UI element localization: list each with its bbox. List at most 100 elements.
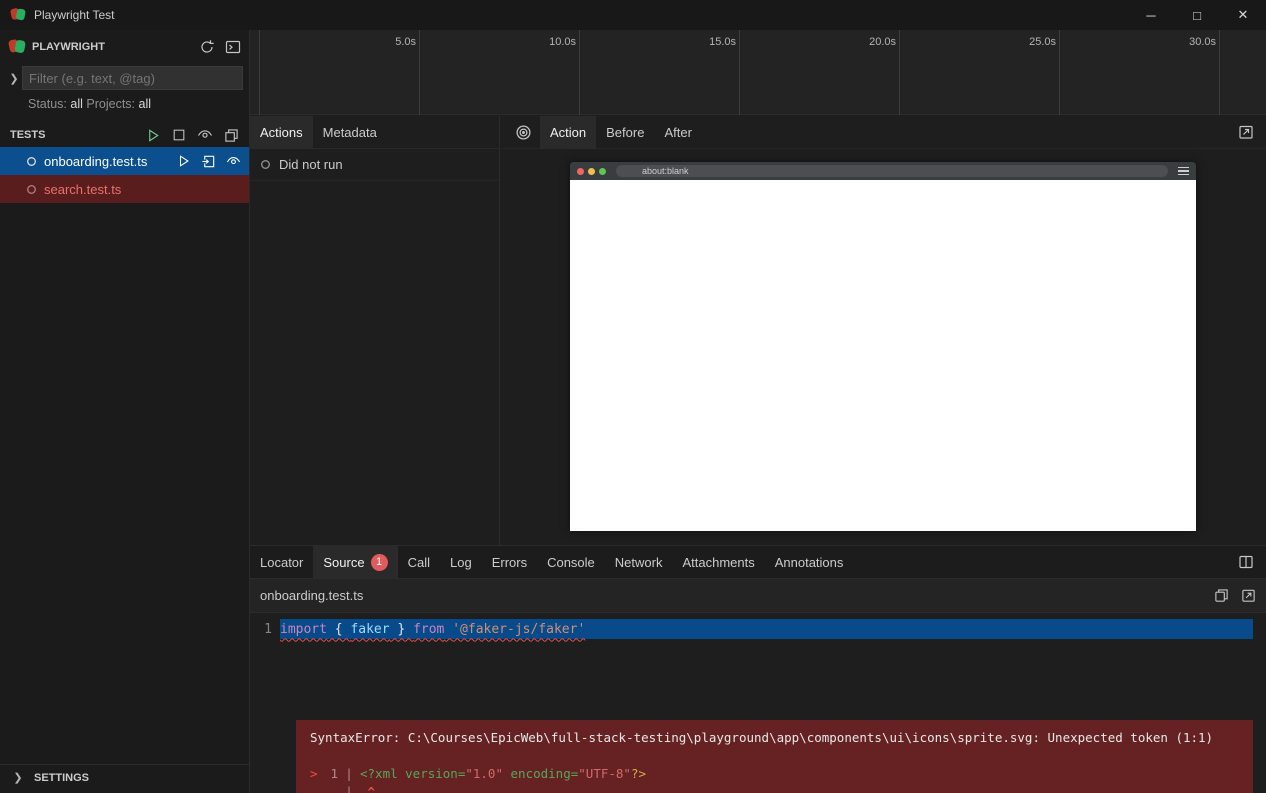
- split-columns-icon[interactable]: [1238, 554, 1254, 570]
- tab-source[interactable]: Source 1: [313, 546, 397, 578]
- timeline-gridline: [579, 30, 580, 115]
- tab-errors[interactable]: Errors: [482, 546, 537, 578]
- settings-section-title: SETTINGS: [34, 772, 89, 784]
- target-icon[interactable]: [515, 124, 532, 141]
- chevron-right-icon[interactable]: ❯: [6, 72, 22, 85]
- address-bar: about:blank: [616, 165, 1168, 177]
- highlighted-line: import { faker } from '@faker-js/faker': [280, 619, 1253, 639]
- projects-label: Projects:: [86, 97, 135, 111]
- source-code-view: 1 import { faker } from '@faker-js/faker…: [250, 613, 1266, 793]
- browser-dot-yellow-icon: [588, 168, 595, 175]
- settings-section-header[interactable]: ❯ SETTINGS: [0, 764, 249, 790]
- projects-value[interactable]: all: [139, 97, 152, 111]
- browser-dot-green-icon: [599, 168, 606, 175]
- terminal-icon[interactable]: [225, 39, 241, 55]
- tab-before[interactable]: Before: [596, 116, 654, 149]
- did-not-run-row: Did not run: [250, 149, 499, 181]
- filter-input[interactable]: [22, 66, 243, 90]
- timeline-gridline: [259, 30, 260, 115]
- details-panel: Locator Source 1 Call Log Errors Console…: [250, 545, 1266, 793]
- line-number: 1: [250, 622, 280, 637]
- open-external-icon[interactable]: [1238, 124, 1266, 140]
- test-status-circle-icon: [26, 184, 37, 195]
- status-value[interactable]: all: [70, 97, 83, 111]
- timeline-tick-label: 25.0s: [1029, 36, 1059, 48]
- source-line-1: 1 import { faker } from '@faker-js/faker…: [250, 619, 1266, 639]
- snapshot-tabbar: Action Before After: [501, 116, 1266, 149]
- sidebar: PLAYWRIGHT ❯ Status: all Proj: [0, 30, 250, 793]
- tab-after[interactable]: After: [654, 116, 701, 149]
- browser-chrome: about:blank: [570, 162, 1196, 180]
- timeline-gridline: [1059, 30, 1060, 115]
- refresh-icon[interactable]: [199, 39, 215, 55]
- blank-page: [570, 180, 1196, 531]
- timeline-tick-label: 10.0s: [549, 36, 579, 48]
- collapse-all-icon[interactable]: [224, 128, 239, 143]
- timeline-gridline: [419, 30, 420, 115]
- status-line: Status: all Projects: all: [0, 90, 249, 117]
- tab-console[interactable]: Console: [537, 546, 605, 578]
- source-file-header: onboarding.test.ts: [250, 579, 1266, 613]
- timeline-tick-label: 15.0s: [709, 36, 739, 48]
- tab-call[interactable]: Call: [398, 546, 440, 578]
- syntax-error-block: SyntaxError: C:\Courses\EpicWeb\full-sta…: [296, 720, 1253, 793]
- minimize-button[interactable]: ─: [1128, 0, 1174, 30]
- status-circle-icon: [260, 159, 271, 170]
- code-text: import { faker } from '@faker-js/faker': [280, 622, 585, 637]
- close-button[interactable]: ✕: [1220, 0, 1266, 30]
- copy-icon[interactable]: [1214, 588, 1229, 603]
- actions-tabbar: Actions Metadata: [250, 116, 499, 149]
- did-not-run-label: Did not run: [279, 157, 343, 172]
- page-snapshot: about:blank: [570, 162, 1196, 531]
- playwright-masks-icon: [8, 37, 26, 58]
- tests-section-header: TESTS: [0, 123, 249, 147]
- filter-row: ❯: [0, 66, 249, 90]
- timeline-gridline: [1219, 30, 1220, 115]
- stop-icon[interactable]: [172, 128, 186, 142]
- test-status-circle-icon: [26, 156, 37, 167]
- window-title: Playwright Test: [34, 8, 114, 22]
- test-row-search[interactable]: search.test.ts: [0, 175, 249, 203]
- timeline-tick-label: 20.0s: [869, 36, 899, 48]
- status-label: Status:: [28, 97, 67, 111]
- tab-actions[interactable]: Actions: [250, 116, 313, 148]
- tab-action[interactable]: Action: [540, 116, 596, 149]
- actions-panel: Actions Metadata Did not run: [250, 116, 500, 545]
- tab-log[interactable]: Log: [440, 546, 482, 578]
- playwright-section-title: PLAYWRIGHT: [32, 41, 105, 53]
- maximize-button[interactable]: □: [1174, 0, 1220, 30]
- source-file-name: onboarding.test.ts: [260, 588, 363, 603]
- timeline[interactable]: 5.0s 10.0s 15.0s 20.0s 25.0s 30.0s: [250, 30, 1266, 115]
- open-external-icon[interactable]: [1241, 588, 1256, 603]
- timeline-gridline: [739, 30, 740, 115]
- test-file-name[interactable]: search.test.ts: [44, 182, 121, 197]
- tab-locator[interactable]: Locator: [250, 546, 313, 578]
- test-row-onboarding[interactable]: onboarding.test.ts: [0, 147, 249, 175]
- eye-icon[interactable]: [226, 154, 241, 169]
- snapshot-panel: Action Before After about:blank: [501, 116, 1266, 545]
- window-controls: ─ □ ✕: [1128, 0, 1266, 30]
- error-message: SyntaxError: C:\Courses\EpicWeb\full-sta…: [310, 729, 1253, 747]
- run-all-icon[interactable]: [146, 128, 161, 143]
- details-tabbar: Locator Source 1 Call Log Errors Console…: [250, 546, 1266, 579]
- source-file-icon[interactable]: [201, 154, 216, 169]
- tab-metadata[interactable]: Metadata: [313, 116, 387, 148]
- title-bar: Playwright Test ─ □ ✕: [0, 0, 1266, 30]
- timeline-tick-label: 5.0s: [395, 36, 419, 48]
- play-icon[interactable]: [177, 154, 191, 168]
- chevron-right-icon: ❯: [10, 771, 26, 784]
- tab-annotations[interactable]: Annotations: [765, 546, 854, 578]
- browser-dot-red-icon: [577, 168, 584, 175]
- test-file-name[interactable]: onboarding.test.ts: [44, 154, 147, 169]
- tab-network[interactable]: Network: [605, 546, 673, 578]
- tab-attachments[interactable]: Attachments: [672, 546, 764, 578]
- menu-icon: [1178, 167, 1189, 176]
- error-count-badge: 1: [371, 554, 388, 571]
- tests-section-title: TESTS: [10, 129, 45, 141]
- error-frame-line: > 1 | <?xml version="1.0" encoding="UTF-…: [310, 765, 1253, 783]
- playwright-test-window: Playwright Test ─ □ ✕ PLAYWRIGHT: [0, 0, 1266, 793]
- watch-all-icon[interactable]: [197, 127, 213, 143]
- playwright-section-header: PLAYWRIGHT: [0, 30, 249, 64]
- timeline-gridline: [899, 30, 900, 115]
- timeline-tick-label: 30.0s: [1189, 36, 1219, 48]
